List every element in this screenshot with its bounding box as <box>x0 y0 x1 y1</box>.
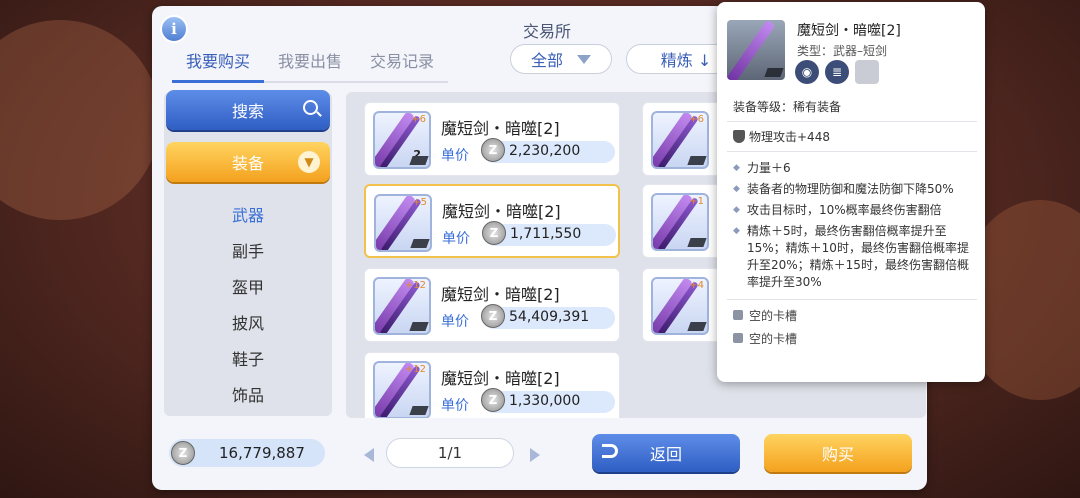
refine-level: +12 <box>404 364 426 375</box>
item-name: 魔短剑・暗噬[2] <box>441 285 560 304</box>
item-tooltip: 魔短剑・暗噬[2] 类型：武器–短剑 ◉ ≣ 装备等级：稀有装备 物理攻击+44… <box>717 2 985 382</box>
dagger-icon: +6 2 <box>373 111 431 169</box>
chevron-down-icon <box>577 54 591 64</box>
back-button-label: 返回 <box>649 445 682 464</box>
inspect-icon[interactable]: ≣ <box>825 60 849 84</box>
category-list: 武器 副手 盔甲 披风 鞋子 饰品 <box>164 198 332 414</box>
sidebar-item-weapon[interactable]: 武器 <box>164 198 332 234</box>
tooltip-effect: 力量＋6 <box>727 158 977 179</box>
refine-level: +6 <box>411 114 426 125</box>
tooltip-attack: 物理攻击+448 <box>727 122 977 152</box>
tooltip-item-type: 类型：武器–短剑 <box>797 44 888 58</box>
search-button[interactable]: 搜索 <box>166 90 330 130</box>
dagger-icon: +12 <box>373 277 431 335</box>
refine-level: +1 <box>689 196 704 207</box>
sidebar-item-offhand[interactable]: 副手 <box>164 234 332 270</box>
item-price: 54,409,391 <box>509 309 590 325</box>
refine-level: +12 <box>404 280 426 291</box>
sidebar-item-armor[interactable]: 盔甲 <box>164 270 332 306</box>
listing-item[interactable]: +6 2 魔短剑・暗噬[2] 单价 Z 2,230,200 <box>364 102 620 176</box>
listing-item[interactable]: +12 魔短剑・暗噬[2] 单价 Z 1,330,000 <box>364 352 620 418</box>
category-dropdown-value: 全部 <box>530 51 563 70</box>
dagger-icon: +6 <box>651 111 709 169</box>
eye-icon[interactable]: ◉ <box>795 60 819 84</box>
price-label: 单价 <box>442 231 470 247</box>
buy-button-label: 购买 <box>821 445 854 464</box>
next-page-icon[interactable] <box>530 448 540 462</box>
price-label: 单价 <box>441 148 469 164</box>
prev-page-icon[interactable] <box>364 448 374 462</box>
tooltip-effects: 力量＋6 装备者的物理防御和魔法防御下降50% 攻击目标时，10%概率最终伤害翻… <box>727 152 977 300</box>
card-slot: 空的卡槽 <box>727 304 977 327</box>
balance-display: Z 16,779,887 <box>169 439 325 467</box>
tooltip-actions: ◉ ≣ <box>795 60 879 84</box>
page-indicator: 1/1 <box>386 438 514 468</box>
sidebar-item-cloak[interactable]: 披风 <box>164 306 332 342</box>
item-name: 魔短剑・暗噬[2] <box>442 202 561 221</box>
tooltip-effect: 装备者的物理防御和魔法防御下降50% <box>727 179 977 200</box>
tooltip-grade: 装备等级：稀有装备 <box>727 92 977 122</box>
zeny-coin-icon: Z <box>481 388 505 412</box>
search-button-label: 搜索 <box>231 102 264 121</box>
item-name: 魔短剑・暗噬[2] <box>441 119 560 138</box>
balance-value: 16,779,887 <box>219 444 305 462</box>
zeny-coin-icon: Z <box>481 138 505 162</box>
tooltip-effect: 精炼＋5时，最终伤害翻倍概率提升至15%；精炼＋10时，最终伤害翻倍概率提升至2… <box>727 221 977 293</box>
tab-buy[interactable]: 我要购买 <box>172 46 265 83</box>
chevron-down-icon: ▼ <box>298 151 320 173</box>
item-price: 1,711,550 <box>510 226 582 242</box>
price-label: 单价 <box>441 398 469 414</box>
zeny-coin-icon: Z <box>171 441 195 465</box>
search-icon <box>303 100 318 115</box>
return-icon <box>602 444 618 458</box>
tab-sell[interactable]: 我要出售 <box>264 46 357 83</box>
tooltip-slots: 空的卡槽 空的卡槽 <box>727 300 977 354</box>
tab-bar: 我要购买 我要出售 交易记录 <box>172 46 449 83</box>
tooltip-body: 装备等级：稀有装备 物理攻击+448 力量＋6 装备者的物理防御和魔法防御下降5… <box>727 92 977 354</box>
shield-icon <box>733 130 745 143</box>
dagger-icon: +1 <box>651 193 709 251</box>
background-decoration <box>0 20 160 220</box>
tab-history[interactable]: 交易记录 <box>356 46 449 83</box>
dagger-icon: +12 <box>373 361 431 418</box>
dagger-icon: +5 <box>374 194 432 252</box>
tooltip-attack-value: 物理攻击+448 <box>749 130 830 144</box>
zeny-coin-icon: Z <box>481 304 505 328</box>
sidebar-item-shoes[interactable]: 鞋子 <box>164 342 332 378</box>
dagger-icon <box>727 20 785 80</box>
dagger-icon: +4 <box>651 277 709 335</box>
listing-item[interactable]: +12 魔短剑・暗噬[2] 单价 Z 54,409,391 <box>364 268 620 342</box>
card-slot: 空的卡槽 <box>727 327 977 350</box>
refine-level: +6 <box>689 114 704 125</box>
card-icon[interactable] <box>855 60 879 84</box>
item-price: 1,330,000 <box>509 393 581 409</box>
sort-dropdown-value: 精炼 ↓ <box>660 51 712 70</box>
refine-level: +4 <box>689 280 704 291</box>
refine-level: +5 <box>412 197 427 208</box>
tooltip-effect: 攻击目标时，10%概率最终伤害翻倍 <box>727 200 977 221</box>
item-price: 2,230,200 <box>509 143 581 159</box>
zeny-coin-icon: Z <box>482 221 506 245</box>
tooltip-item-name: 魔短剑・暗噬[2] <box>797 23 901 39</box>
equipment-category-label: 装备 <box>231 154 264 173</box>
equipment-category-button[interactable]: 装备 ▼ <box>166 142 330 182</box>
buy-button[interactable]: 购买 <box>764 434 912 472</box>
category-dropdown[interactable]: 全部 <box>510 44 612 74</box>
sidebar-item-accessory[interactable]: 饰品 <box>164 378 332 414</box>
listing-item[interactable]: +5 魔短剑・暗噬[2] 单价 Z 1,711,550 <box>364 184 620 258</box>
sidebar: 搜索 装备 ▼ 武器 副手 盔甲 披风 鞋子 饰品 <box>164 90 332 416</box>
back-button[interactable]: 返回 <box>592 434 740 472</box>
item-name: 魔短剑・暗噬[2] <box>441 369 560 388</box>
price-label: 单价 <box>441 314 469 330</box>
